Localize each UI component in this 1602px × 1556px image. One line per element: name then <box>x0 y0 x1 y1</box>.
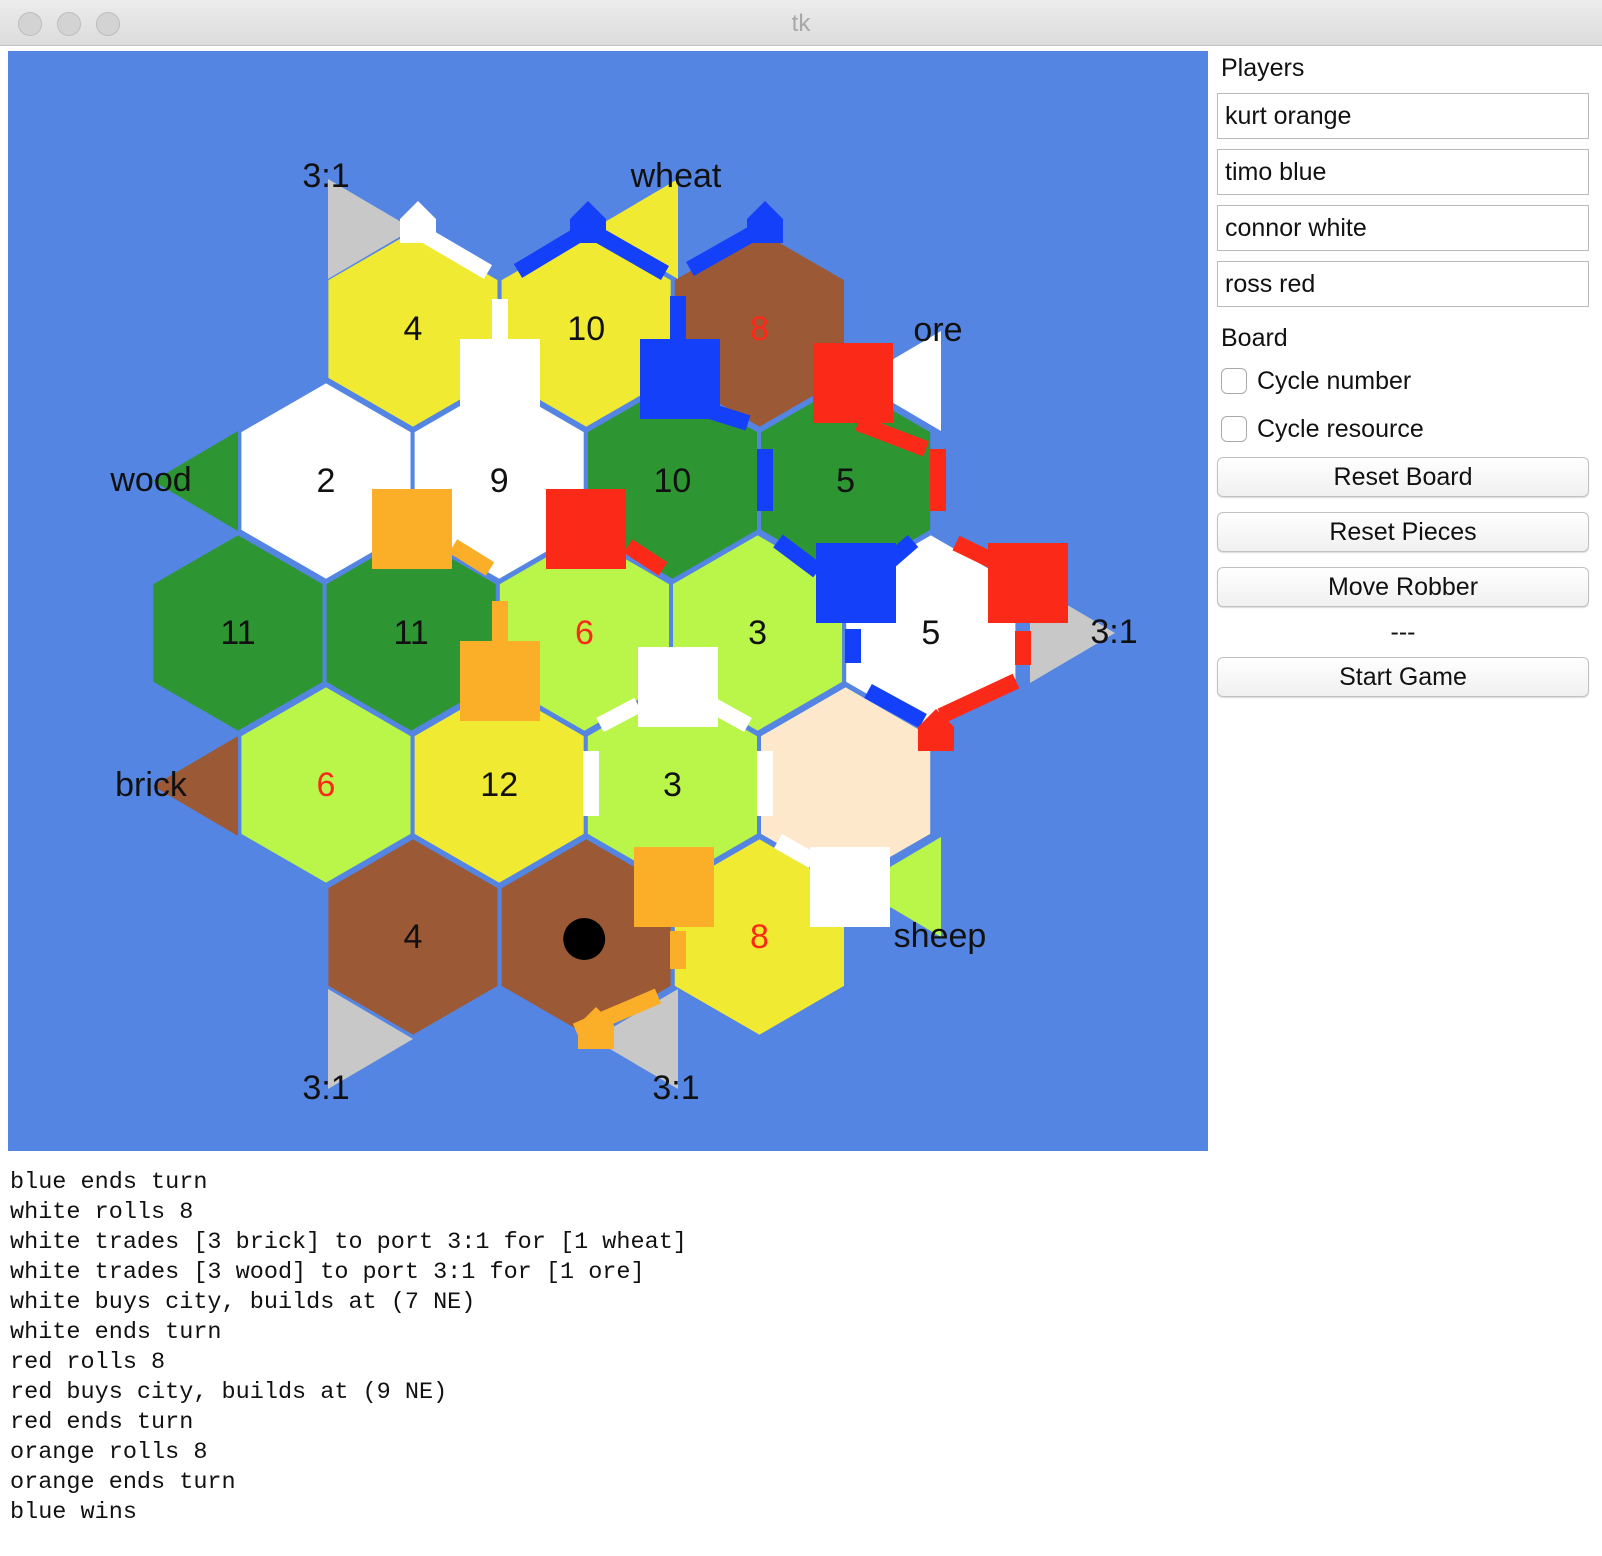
move-robber-button[interactable]: Move Robber <box>1217 567 1589 607</box>
hex-number-token: 3 <box>663 766 682 804</box>
port-label: wheat <box>630 157 722 195</box>
log-line: red buys city, builds at (9 NE) <box>10 1379 448 1406</box>
log-line: red rolls 8 <box>10 1349 166 1376</box>
hex-number-token: 6 <box>575 614 594 652</box>
port-label: 3:1 <box>302 1069 349 1107</box>
player-3-field[interactable] <box>1217 205 1589 251</box>
log-line: orange ends turn <box>10 1469 236 1496</box>
window-titlebar: tk <box>0 0 1602 46</box>
log-line: blue ends turn <box>10 1169 208 1196</box>
robber-icon[interactable] <box>563 918 606 960</box>
cycle-resource-checkbox[interactable] <box>1221 416 1247 442</box>
start-game-button[interactable]: Start Game <box>1217 657 1589 697</box>
log-line: white trades [3 wood] to port 3:1 for [1… <box>10 1259 645 1286</box>
window-title: tk <box>791 10 811 37</box>
cycle-number-label: Cycle number <box>1257 366 1412 395</box>
white-city[interactable] <box>460 339 540 419</box>
log-line: red ends turn <box>10 1409 194 1436</box>
players-heading: Players <box>1221 54 1305 82</box>
port-label: 3:1 <box>652 1069 699 1107</box>
port-label: ore <box>913 311 962 349</box>
hex-number-token: 5 <box>836 462 855 500</box>
hex-number-token: 8 <box>750 310 769 348</box>
log-line: white buys city, builds at (7 NE) <box>10 1289 476 1316</box>
player-4-field[interactable] <box>1217 261 1589 307</box>
log-line: white ends turn <box>10 1319 222 1346</box>
board-canvas[interactable]: 4 10 8 2 9 10 5 11 11 6 3 5 6 12 3 4 8 3:1 wheat ore wood 3:… <box>8 51 1208 1151</box>
player-2-field[interactable] <box>1217 149 1589 195</box>
player-1-field[interactable] <box>1217 93 1589 139</box>
port-label: 3:1 <box>1090 613 1137 651</box>
cycle-number-option[interactable]: Cycle number <box>1221 357 1593 405</box>
hex-number-token: 5 <box>921 614 940 652</box>
port-label: brick <box>115 766 188 804</box>
hex-number-token: 8 <box>750 918 769 956</box>
reset-board-button[interactable]: Reset Board <box>1217 457 1589 497</box>
status-text: --- <box>1390 618 1416 646</box>
log-line: white trades [3 brick] to port 3:1 for [… <box>10 1229 687 1256</box>
hex-number-token: 12 <box>480 766 518 804</box>
cycle-resource-label: Cycle resource <box>1257 414 1424 443</box>
white-city[interactable] <box>810 847 890 927</box>
orange-city[interactable] <box>634 847 714 927</box>
hex-number-token: 11 <box>220 614 255 652</box>
hex-number-token: 3 <box>748 614 767 652</box>
hex-number-token: 9 <box>490 462 509 500</box>
hex-number-token: 2 <box>317 462 336 500</box>
orange-city[interactable] <box>372 489 452 569</box>
board-heading: Board <box>1221 324 1288 352</box>
game-board[interactable]: 4 10 8 2 9 10 5 11 11 6 3 5 6 12 3 4 8 3:1 wheat ore wood 3:… <box>8 51 1208 1151</box>
game-log: blue ends turn white rolls 8 white trades … <box>10 1168 1190 1528</box>
port-label: sheep <box>894 917 987 955</box>
hex-number-token: 6 <box>317 766 336 804</box>
red-city[interactable] <box>546 489 626 569</box>
port-label: 3:1 <box>302 157 349 195</box>
hex-number-token: 4 <box>404 918 423 956</box>
reset-pieces-button[interactable]: Reset Pieces <box>1217 512 1589 552</box>
hex-number-token: 4 <box>404 310 423 348</box>
white-city[interactable] <box>638 647 718 727</box>
cycle-number-checkbox[interactable] <box>1221 368 1247 394</box>
blue-city[interactable] <box>640 339 720 419</box>
log-line: white rolls 8 <box>10 1199 194 1226</box>
orange-city[interactable] <box>460 641 540 721</box>
red-city[interactable] <box>813 343 893 423</box>
red-city[interactable] <box>988 543 1068 623</box>
control-panel: Players Board Cycle number Cycle resourc… <box>1217 51 1593 697</box>
hex-number-token: 10 <box>567 310 605 348</box>
log-line: blue wins <box>10 1499 137 1526</box>
port-label: wood <box>109 461 191 499</box>
blue-city[interactable] <box>816 543 896 623</box>
hex-number-token: 11 <box>394 614 429 652</box>
cycle-resource-option[interactable]: Cycle resource <box>1221 405 1593 453</box>
log-line: orange rolls 8 <box>10 1439 208 1466</box>
hex-number-token: 10 <box>653 462 691 500</box>
